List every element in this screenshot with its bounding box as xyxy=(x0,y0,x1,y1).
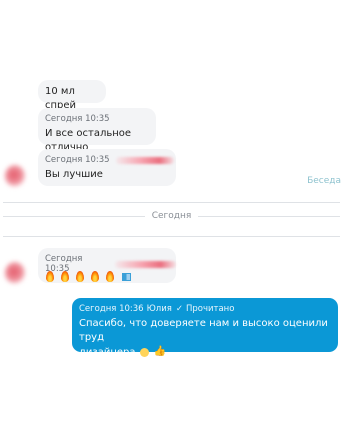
outgoing-message: Сегодня 10:36 Юлия ✓ Прочитано Спасибо, … xyxy=(72,298,338,358)
message-header: Сегодня 10:35 xyxy=(45,155,174,165)
top-divider xyxy=(3,202,340,203)
message-timestamp: Сегодня 10:36 xyxy=(79,304,144,314)
date-separator: Сегодня xyxy=(0,211,343,221)
sender-avatar[interactable] xyxy=(5,165,25,187)
message-text: Вы лучшие xyxy=(45,169,103,180)
message-timestamp: Сегодня 10:35 xyxy=(45,114,110,124)
blurred-sender-name xyxy=(115,156,174,164)
incoming-message: Сегодня 10:35 И все остальное отлично xyxy=(38,108,156,153)
message-text-line2: дизайнера xyxy=(79,347,136,358)
incoming-message: 10 мл спрей xyxy=(38,80,106,111)
thumbs-up-emoji: 👍 xyxy=(153,346,167,357)
message-timestamp: Сегодня 10:35 xyxy=(45,155,110,165)
smiling-face-emoji xyxy=(139,347,149,357)
fire-emoji xyxy=(91,271,100,282)
fire-emoji xyxy=(76,271,85,282)
chat-link[interactable]: Беседа xyxy=(307,176,341,186)
message-author: Юлия xyxy=(146,304,172,314)
fire-emoji xyxy=(46,271,54,282)
date-separator-label: Сегодня xyxy=(144,211,199,221)
incoming-message: Сегодня 10:35 Вы лучшие xyxy=(38,149,176,186)
bottom-divider xyxy=(3,236,340,237)
message-header: Сегодня 10:36 Юлия ✓ Прочитано xyxy=(79,304,234,314)
message-text: Спасибо, что доверяете нам и высоко оцен… xyxy=(79,317,335,360)
message-text-line1: Спасибо, что доверяете нам и высоко оцен… xyxy=(79,318,328,343)
message-text-line2-row: дизайнера 👍 xyxy=(79,345,335,360)
read-check-icon: ✓ xyxy=(175,304,183,314)
sender-avatar[interactable] xyxy=(5,262,25,284)
fire-emoji xyxy=(61,271,70,282)
book-emoji xyxy=(122,272,132,281)
read-status: Прочитано xyxy=(185,304,235,314)
emoji-row xyxy=(46,266,132,285)
fire-emoji xyxy=(106,271,115,282)
incoming-message: Сегодня 10:35 xyxy=(38,248,176,283)
